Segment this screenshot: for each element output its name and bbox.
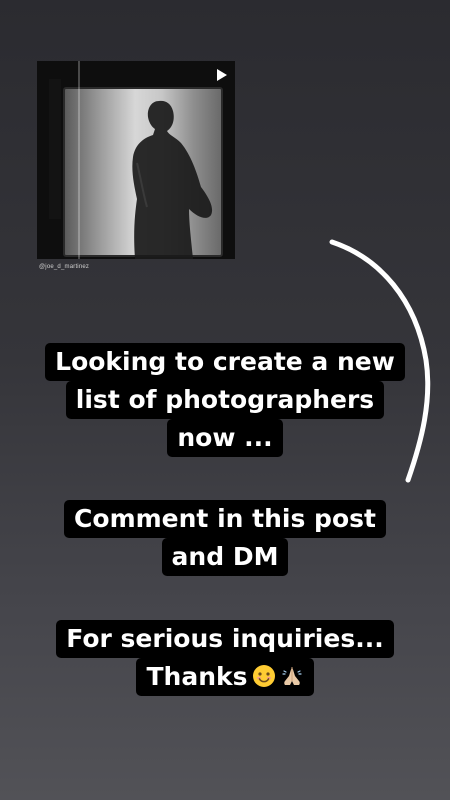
story-canvas: @joe_d_martinez Looking to create a new … bbox=[0, 0, 450, 800]
portrait-figure bbox=[132, 100, 213, 259]
text-line: For serious inquiries... bbox=[56, 620, 394, 658]
thanks-text: Thanks bbox=[146, 662, 248, 691]
text-block-inquiries: For serious inquiries... Thanks bbox=[0, 620, 450, 696]
photo-credit-handle[interactable]: @joe_d_martinez bbox=[39, 264, 89, 270]
text-line: list of photographers bbox=[65, 381, 385, 419]
smiling-face-icon bbox=[252, 665, 275, 687]
text-line: now ... bbox=[167, 419, 283, 457]
text-block-looking: Looking to create a new list of photogra… bbox=[0, 343, 450, 457]
frame-line bbox=[78, 61, 80, 259]
folded-hands-icon bbox=[281, 667, 302, 685]
text-line: and DM bbox=[161, 538, 289, 576]
text-line: Comment in this post bbox=[64, 500, 386, 538]
shared-post-card[interactable] bbox=[37, 61, 235, 259]
text-block-comment: Comment in this post and DM bbox=[0, 500, 450, 576]
film-strip bbox=[49, 79, 61, 219]
play-icon[interactable] bbox=[214, 68, 228, 82]
text-line-thanks: Thanks bbox=[136, 658, 314, 696]
text-line: Looking to create a new bbox=[45, 343, 405, 381]
